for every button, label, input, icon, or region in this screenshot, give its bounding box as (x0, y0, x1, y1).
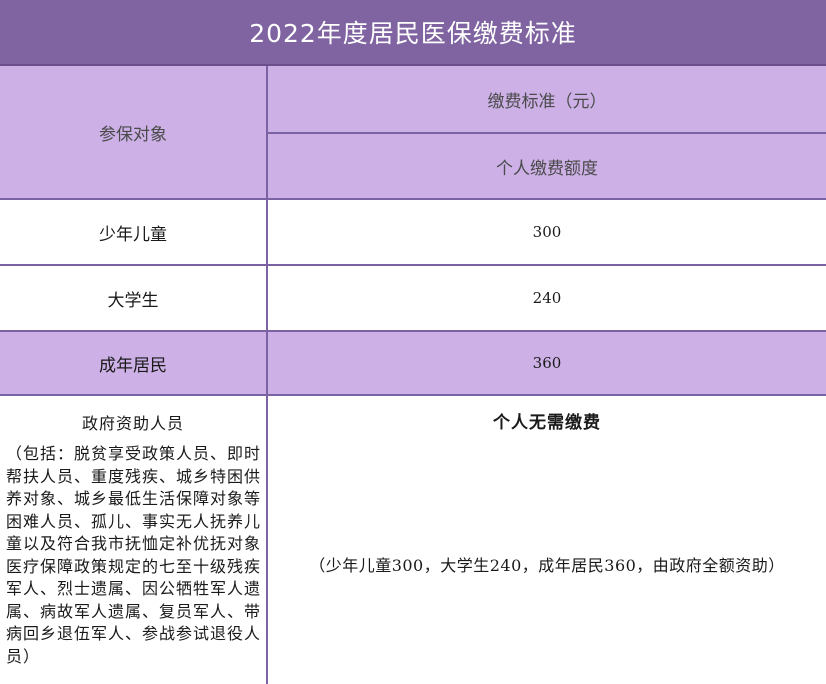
row-value-adults: 360 (532, 354, 562, 372)
table-row-value: 240 (268, 266, 826, 332)
table-title: 2022年度居民医保缴费标准 (0, 0, 826, 66)
header-personal-amount: 个人缴费额度 (268, 134, 826, 200)
header-insured-group: 参保对象 (0, 66, 268, 200)
gov-subsidy-label: 政府资助人员 (81, 414, 184, 433)
table-row-value: 360 (268, 332, 826, 396)
gov-subsidy-detail: （包括：脱贫享受政策人员、即时帮扶人员、重度残疾、城乡特困供养对象、城乡最低生活… (6, 444, 262, 666)
row-value-children: 300 (532, 223, 562, 241)
header-personal-amount-label: 个人缴费额度 (496, 158, 598, 179)
gov-subsidy-note: （少年儿童300，大学生240，成年居民360，由政府全额资助） (309, 556, 785, 575)
row-label-children: 少年儿童 (99, 224, 167, 245)
header-fee-standard-label: 缴费标准（元） (487, 91, 607, 112)
table-row-value: 300 (268, 200, 826, 266)
table-row-label: 成年居民 (0, 332, 268, 396)
no-payment-text: 个人无需缴费 (493, 413, 601, 433)
header-fee-standard: 缴费标准（元） (268, 66, 826, 134)
header-insured-group-label: 参保对象 (99, 124, 167, 145)
row-value-students: 240 (532, 289, 562, 307)
gov-subsidy-value-cell: 个人无需缴费 （少年儿童300，大学生240，成年居民360，由政府全额资助） (268, 396, 826, 684)
table-row-label: 大学生 (0, 266, 268, 332)
row-label-adults: 成年居民 (99, 355, 167, 376)
fee-standard-table: 2022年度居民医保缴费标准 参保对象 缴费标准（元） 个人缴费额度 少年儿童 … (0, 0, 826, 684)
gov-subsidy-cell: 政府资助人员 （包括：脱贫享受政策人员、即时帮扶人员、重度残疾、城乡特困供养对象… (0, 396, 268, 684)
table-row-label: 少年儿童 (0, 200, 268, 266)
row-label-students: 大学生 (107, 290, 159, 311)
